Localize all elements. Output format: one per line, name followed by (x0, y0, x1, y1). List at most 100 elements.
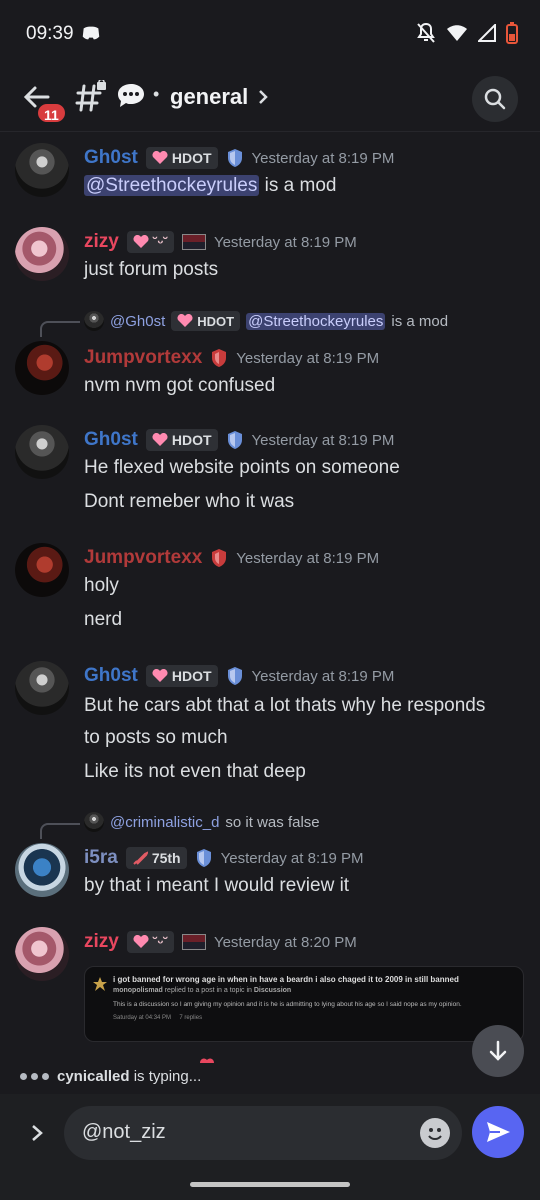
message-list[interactable]: Gh0st HDOT Yesterday at 8:19 PM @Streeth… (0, 133, 540, 1063)
username[interactable]: Gh0st (84, 429, 138, 451)
message-input[interactable]: @not_ziz (64, 1106, 462, 1160)
message-text: But he cars abt that a lot thats why he … (84, 695, 486, 716)
avatar[interactable] (15, 227, 69, 281)
sword-icon (133, 851, 148, 865)
guild-tag[interactable]: HDOT (145, 665, 218, 687)
avatar[interactable] (15, 661, 69, 715)
heart-icon (152, 151, 168, 164)
channel-title[interactable]: general (170, 84, 248, 110)
signal-icon (478, 24, 496, 42)
guild-tag[interactable]: HDOT (145, 147, 218, 169)
username[interactable]: Jumpvortexx (84, 347, 202, 369)
user-mention[interactable]: @Streethockeyrules (84, 175, 260, 196)
embed-body: This is a discussion so I am giving my o… (113, 1001, 462, 1008)
username[interactable]: Gh0st (84, 147, 138, 169)
guild-tag-label: HDOT (171, 432, 212, 448)
username[interactable]: zizy (84, 231, 119, 253)
avatar[interactable] (15, 143, 69, 197)
embed-author-suffix: replied to a post in a topic in (162, 987, 254, 994)
guild-tag[interactable]: HDOT (145, 429, 218, 451)
channel-header: 11 • general (0, 68, 540, 132)
reply-text: is a mod (391, 312, 449, 330)
username[interactable]: i5ra (84, 847, 118, 869)
emoji-icon (428, 1128, 442, 1140)
reply-preview[interactable]: @Gh0st HDOT @Streethockeyrules is a mod (84, 311, 448, 331)
battery-icon (506, 22, 518, 44)
discord-notification-icon (82, 26, 100, 40)
message-text: by that i meant I would review it (84, 875, 350, 896)
timestamp: Yesterday at 8:19 PM (220, 849, 364, 867)
message-header: Gh0st HDOT Yesterday at 8:19 PM (84, 429, 394, 451)
unread-badge: 11 (36, 102, 67, 124)
emoji-button[interactable] (420, 1118, 450, 1148)
message-text: He flexed website points on someone (84, 457, 400, 478)
message-header: Gh0st HDOT Yesterday at 8:19 PM (84, 147, 394, 169)
timestamp: Yesterday at 8:19 PM (251, 667, 395, 685)
search-button[interactable] (472, 76, 518, 122)
avatar[interactable] (15, 543, 69, 597)
guild-tag[interactable]: ˘ᵕ˘ (126, 231, 174, 253)
role-badge-icon (181, 934, 206, 950)
guild-tag-label: HDOT (171, 668, 212, 684)
embed-topic: Discussion (253, 987, 292, 994)
message-text: Dont remeber who it was (84, 491, 295, 512)
message-header: Jumpvortexx Yesterday at 8:19 PM (84, 547, 379, 569)
typing-dots-icon (20, 1073, 49, 1080)
reply-avatar (84, 311, 104, 331)
guild-tag[interactable]: ˘ᵕ˘ (126, 931, 174, 953)
message-header: i5ra 75th Yesterday at 8:19 PM (84, 847, 363, 869)
timestamp: Yesterday at 8:19 PM (251, 149, 395, 167)
mute-notifications-icon (417, 22, 435, 43)
guild-tag: HDOT (171, 311, 241, 331)
avatar[interactable] (15, 927, 69, 981)
username[interactable]: zizy (84, 931, 119, 953)
guild-tag-emote: ˘ᵕ˘ (152, 934, 168, 950)
home-indicator[interactable] (190, 1182, 350, 1187)
username[interactable]: Jumpvortexx (84, 547, 202, 569)
message-header: zizy ˘ᵕ˘ Yesterday at 8:19 PM (84, 231, 357, 253)
forum-badge-icon (93, 977, 107, 991)
reply-username: @Gh0st (110, 312, 166, 330)
status-time: 09:39 (26, 23, 74, 44)
locked-channel-hash-icon (75, 80, 106, 112)
typing-indicator: cynicalled is typing... (20, 1068, 201, 1085)
reply-username: @criminalistic_d (110, 813, 220, 831)
heart-icon (133, 235, 149, 248)
image-attachment[interactable]: i got banned for wrong age in when in ha… (84, 966, 524, 1042)
shield-icon (212, 349, 227, 367)
message-input-text[interactable]: @not_ziz (82, 1121, 166, 1144)
shield-icon (227, 431, 242, 449)
message-composer: @not_ziz (0, 1094, 540, 1200)
typing-user: cynicalled (57, 1068, 130, 1085)
chevron-right-icon[interactable] (26, 1122, 48, 1144)
heart-icon (133, 935, 149, 948)
avatar[interactable] (15, 843, 69, 897)
speech-bubble-icon (118, 84, 144, 107)
heart-icon (152, 433, 168, 446)
typing-suffix: is typing... (129, 1068, 202, 1085)
send-button[interactable] (472, 1106, 524, 1158)
role-badge-icon (181, 234, 206, 250)
timestamp: Yesterday at 8:19 PM (213, 233, 357, 251)
reply-preview[interactable]: @criminalistic_d so it was false (84, 812, 320, 832)
arrow-down-icon (489, 1040, 507, 1061)
shield-icon (227, 667, 242, 685)
avatar[interactable] (15, 425, 69, 479)
embed-meta: Saturday at 04:34 PM 7 replies (113, 1015, 513, 1021)
jump-to-present-button[interactable] (472, 1025, 524, 1077)
embed-time: Saturday at 04:34 PM (113, 1015, 172, 1021)
guild-tag[interactable]: 75th (125, 847, 187, 869)
message-text: to posts so much (84, 727, 228, 748)
wifi-icon (447, 25, 467, 41)
message-text: just forum posts (84, 259, 219, 280)
message-header: zizy ˘ᵕ˘ Yesterday at 8:20 PM (84, 931, 357, 953)
shield-icon (196, 849, 211, 867)
reply-connector (40, 321, 80, 337)
reply-avatar (84, 812, 104, 832)
send-icon (487, 1122, 510, 1142)
chevron-right-icon[interactable] (256, 88, 270, 106)
avatar[interactable] (15, 341, 69, 395)
username[interactable]: Gh0st (84, 665, 138, 687)
message-text: Like its not even that deep (84, 761, 306, 782)
guild-tag-label: 75th (151, 850, 181, 866)
